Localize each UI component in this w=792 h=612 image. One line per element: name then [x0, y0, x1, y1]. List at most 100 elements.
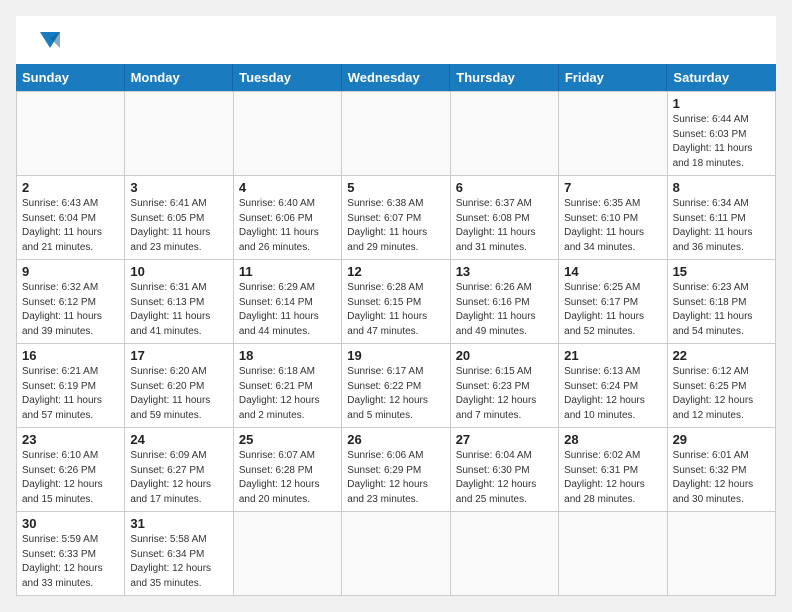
day-header-friday: Friday — [559, 64, 668, 91]
day-number: 2 — [22, 180, 119, 195]
day-number: 14 — [564, 264, 661, 279]
day-header-tuesday: Tuesday — [233, 64, 342, 91]
cal-day-6: 6 Sunrise: 6:37 AMSunset: 6:08 PMDaylight… — [451, 176, 559, 260]
day-number: 10 — [130, 264, 227, 279]
sun-info: Sunrise: 6:43 AMSunset: 6:04 PMDaylight:… — [22, 197, 119, 255]
sun-info: Sunrise: 6:07 AMSunset: 6:28 PMDaylight:… — [239, 449, 336, 507]
sun-info: Sunrise: 6:04 AMSunset: 6:30 PMDaylight:… — [456, 449, 553, 507]
sun-info: Sunrise: 6:15 AMSunset: 6:23 PMDaylight:… — [456, 365, 553, 423]
day-number: 30 — [22, 516, 119, 531]
cal-day-20: 20 Sunrise: 6:15 AMSunset: 6:23 PMDayligh… — [451, 344, 559, 428]
sun-info: Sunrise: 6:13 AMSunset: 6:24 PMDaylight:… — [564, 365, 661, 423]
sun-info: Sunrise: 6:35 AMSunset: 6:10 PMDaylight:… — [564, 197, 661, 255]
day-number: 21 — [564, 348, 661, 363]
day-header-wednesday: Wednesday — [342, 64, 451, 91]
day-number: 15 — [673, 264, 770, 279]
cal-day-24: 24 Sunrise: 6:09 AMSunset: 6:27 PMDayligh… — [125, 428, 233, 512]
sun-info: Sunrise: 6:20 AMSunset: 6:20 PMDaylight:… — [130, 365, 227, 423]
day-number: 29 — [673, 432, 770, 447]
logo — [32, 28, 64, 56]
day-number: 27 — [456, 432, 553, 447]
calendar-wrapper: SundayMondayTuesdayWednesdayThursdayFrid… — [16, 16, 776, 596]
cal-day-8: 8 Sunrise: 6:34 AMSunset: 6:11 PMDaylight… — [668, 176, 776, 260]
cal-day-12: 12Sunrise: 6:28 AMSunset: 6:15 PMDayligh… — [342, 260, 450, 344]
day-number: 24 — [130, 432, 227, 447]
day-number: 16 — [22, 348, 119, 363]
cal-day-23: 23Sunrise: 6:10 AMSunset: 6:26 PMDayligh… — [17, 428, 125, 512]
sun-info: Sunrise: 6:41 AMSunset: 6:05 PMDaylight:… — [130, 197, 227, 255]
day-number: 8 — [673, 180, 770, 195]
cal-day-7: 7Sunrise: 6:35 AMSunset: 6:10 PMDaylight… — [559, 176, 667, 260]
cal-day-17: 17Sunrise: 6:20 AMSunset: 6:20 PMDayligh… — [125, 344, 233, 428]
day-number: 25 — [239, 432, 336, 447]
day-number: 22 — [673, 348, 770, 363]
sun-info: Sunrise: 6:10 AMSunset: 6:26 PMDaylight:… — [22, 449, 119, 507]
sun-info: Sunrise: 6:17 AMSunset: 6:22 PMDaylight:… — [347, 365, 444, 423]
day-number: 6 — [456, 180, 553, 195]
day-number: 19 — [347, 348, 444, 363]
cal-day-30: 30 Sunrise: 5:59 AMSunset: 6:33 PMDayligh… — [17, 512, 125, 596]
cal-day-11: 11 Sunrise: 6:29 AMSunset: 6:14 PMDayligh… — [234, 260, 342, 344]
cal-day-9: 9Sunrise: 6:32 AMSunset: 6:12 PMDaylight… — [17, 260, 125, 344]
day-number: 1 — [673, 96, 770, 111]
day-header-thursday: Thursday — [450, 64, 559, 91]
sun-info: Sunrise: 6:34 AMSunset: 6:11 PMDaylight:… — [673, 197, 770, 255]
cal-day-14: 14 Sunrise: 6:25 AMSunset: 6:17 PMDayligh… — [559, 260, 667, 344]
day-number: 9 — [22, 264, 119, 279]
cal-day-10: 10 Sunrise: 6:31 AMSunset: 6:13 PMDayligh… — [125, 260, 233, 344]
day-number: 13 — [456, 264, 553, 279]
cal-empty — [234, 92, 342, 176]
cal-day-3: 3 Sunrise: 6:41 AMSunset: 6:05 PMDaylight… — [125, 176, 233, 260]
sun-info: Sunrise: 6:23 AMSunset: 6:18 PMDaylight:… — [673, 281, 770, 339]
cal-empty — [451, 92, 559, 176]
cal-day-15: 15 Sunrise: 6:23 AMSunset: 6:18 PMDayligh… — [668, 260, 776, 344]
sun-info: Sunrise: 6:31 AMSunset: 6:13 PMDaylight:… — [130, 281, 227, 339]
day-number: 3 — [130, 180, 227, 195]
cal-day-13: 13 Sunrise: 6:26 AMSunset: 6:16 PMDayligh… — [451, 260, 559, 344]
day-number: 20 — [456, 348, 553, 363]
calendar-grid: 1Sunrise: 6:44 AMSunset: 6:03 PMDaylight… — [16, 91, 776, 596]
day-header-saturday: Saturday — [667, 64, 776, 91]
sun-info: Sunrise: 6:21 AMSunset: 6:19 PMDaylight:… — [22, 365, 119, 423]
cal-day-29: 29 Sunrise: 6:01 AMSunset: 6:32 PMDayligh… — [668, 428, 776, 512]
sun-info: Sunrise: 6:06 AMSunset: 6:29 PMDaylight:… — [347, 449, 444, 507]
cal-day-21: 21 Sunrise: 6:13 AMSunset: 6:24 PMDayligh… — [559, 344, 667, 428]
cal-day-31: 31 Sunrise: 5:58 AMSunset: 6:34 PMDayligh… — [125, 512, 233, 596]
cal-day-5: 5 Sunrise: 6:38 AMSunset: 6:07 PMDaylight… — [342, 176, 450, 260]
logo-icon — [36, 28, 64, 56]
cal-day-2: 2 Sunrise: 6:43 AMSunset: 6:04 PMDaylight… — [17, 176, 125, 260]
cal-day-1: 1Sunrise: 6:44 AMSunset: 6:03 PMDaylight… — [668, 92, 776, 176]
cal-day-26: 26Sunrise: 6:06 AMSunset: 6:29 PMDayligh… — [342, 428, 450, 512]
calendar-header — [16, 16, 776, 64]
cal-day-4: 4Sunrise: 6:40 AMSunset: 6:06 PMDaylight… — [234, 176, 342, 260]
day-number: 11 — [239, 264, 336, 279]
cal-day-27: 27 Sunrise: 6:04 AMSunset: 6:30 PMDayligh… — [451, 428, 559, 512]
sun-info: Sunrise: 6:29 AMSunset: 6:14 PMDaylight:… — [239, 281, 336, 339]
day-number: 5 — [347, 180, 444, 195]
sun-info: Sunrise: 6:25 AMSunset: 6:17 PMDaylight:… — [564, 281, 661, 339]
cal-empty — [125, 92, 233, 176]
day-header-sunday: Sunday — [16, 64, 125, 91]
sun-info: Sunrise: 6:12 AMSunset: 6:25 PMDaylight:… — [673, 365, 770, 423]
day-number: 18 — [239, 348, 336, 363]
cal-day-16: 16 Sunrise: 6:21 AMSunset: 6:19 PMDayligh… — [17, 344, 125, 428]
cal-empty — [342, 92, 450, 176]
sun-info: Sunrise: 5:59 AMSunset: 6:33 PMDaylight:… — [22, 533, 119, 591]
sun-info: Sunrise: 6:09 AMSunset: 6:27 PMDaylight:… — [130, 449, 227, 507]
sun-info: Sunrise: 6:01 AMSunset: 6:32 PMDaylight:… — [673, 449, 770, 507]
sun-info: Sunrise: 6:37 AMSunset: 6:08 PMDaylight:… — [456, 197, 553, 255]
cal-empty — [559, 92, 667, 176]
cal-day-18: 18 Sunrise: 6:18 AMSunset: 6:21 PMDayligh… — [234, 344, 342, 428]
day-header-monday: Monday — [125, 64, 234, 91]
cal-day-28: 28Sunrise: 6:02 AMSunset: 6:31 PMDayligh… — [559, 428, 667, 512]
cal-day-19: 19 Sunrise: 6:17 AMSunset: 6:22 PMDayligh… — [342, 344, 450, 428]
sun-info: Sunrise: 5:58 AMSunset: 6:34 PMDaylight:… — [130, 533, 227, 591]
day-number: 31 — [130, 516, 227, 531]
sun-info: Sunrise: 6:02 AMSunset: 6:31 PMDaylight:… — [564, 449, 661, 507]
sun-info: Sunrise: 6:38 AMSunset: 6:07 PMDaylight:… — [347, 197, 444, 255]
sun-info: Sunrise: 6:40 AMSunset: 6:06 PMDaylight:… — [239, 197, 336, 255]
cal-empty — [668, 512, 776, 596]
cal-day-22: 22 Sunrise: 6:12 AMSunset: 6:25 PMDayligh… — [668, 344, 776, 428]
sun-info: Sunrise: 6:26 AMSunset: 6:16 PMDaylight:… — [456, 281, 553, 339]
sun-info: Sunrise: 6:18 AMSunset: 6:21 PMDaylight:… — [239, 365, 336, 423]
